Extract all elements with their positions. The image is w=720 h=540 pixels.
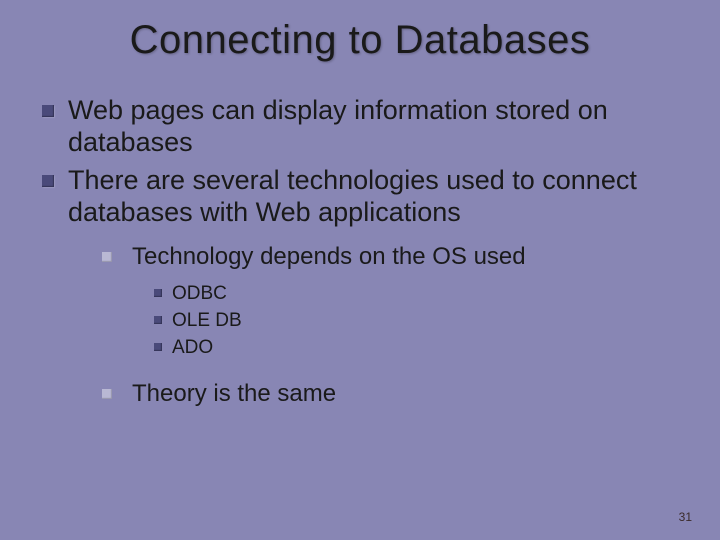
slide-title: Connecting to Databases xyxy=(40,18,680,63)
square-bullet-icon xyxy=(42,175,54,187)
square-bullet-icon xyxy=(154,343,162,351)
bullet-text: Theory is the same xyxy=(132,380,336,407)
square-bullet-icon xyxy=(154,289,162,297)
square-bullet-icon xyxy=(102,252,112,262)
bullet-level1: There are several technologies used to c… xyxy=(40,165,680,229)
bullet-text: ODBC xyxy=(172,283,227,304)
square-bullet-icon xyxy=(42,105,54,117)
bullet-level3: OLE DB xyxy=(40,309,680,334)
bullet-level1: Web pages can display information stored… xyxy=(40,95,680,159)
page-number: 31 xyxy=(679,510,692,524)
slide: Connecting to Databases Web pages can di… xyxy=(0,0,720,540)
bullet-level2: Technology depends on the OS used xyxy=(40,242,680,272)
bullet-text: OLE DB xyxy=(172,310,242,331)
square-bullet-icon xyxy=(102,389,112,399)
bullet-level3: ODBC xyxy=(40,282,680,307)
bullet-text: Technology depends on the OS used xyxy=(132,243,526,270)
bullet-level2: Theory is the same xyxy=(40,379,680,409)
bullet-level3: ADO xyxy=(40,336,680,361)
square-bullet-icon xyxy=(154,316,162,324)
bullet-text: Web pages can display information stored… xyxy=(68,95,608,157)
bullet-text: ADO xyxy=(172,337,213,358)
bullet-text: There are several technologies used to c… xyxy=(68,165,637,227)
